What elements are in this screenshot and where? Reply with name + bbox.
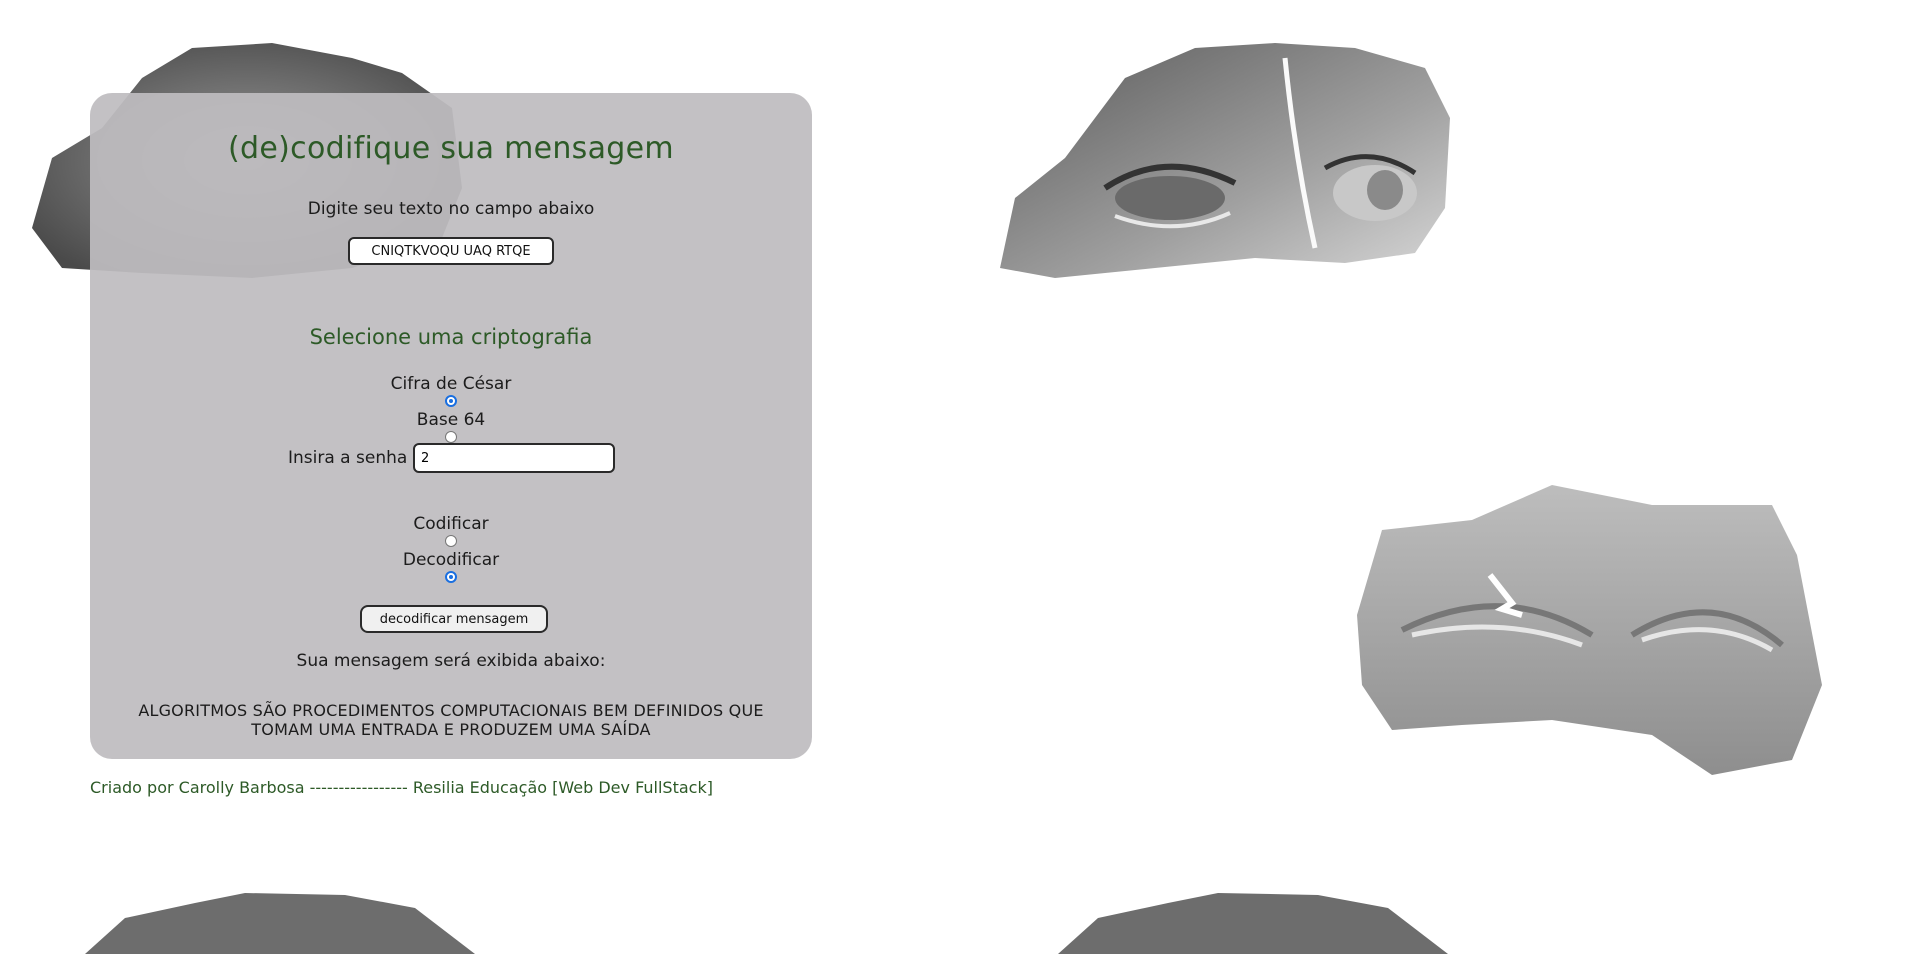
cipher-option-label-caesar: Cifra de César xyxy=(390,374,512,394)
cipher-base64-radio[interactable] xyxy=(445,431,457,443)
mode-decode-radio[interactable] xyxy=(445,571,457,583)
page-title: (de)codifique sua mensagem xyxy=(228,131,674,166)
mode-option-label-decode: Decodificar xyxy=(402,550,500,570)
sculpture-eyes-image xyxy=(85,893,485,954)
password-input[interactable] xyxy=(413,443,615,473)
sculpture-eyes-image xyxy=(995,38,1455,283)
message-input[interactable] xyxy=(348,237,554,265)
mode-encode-radio[interactable] xyxy=(445,535,457,547)
sculpture-closed-eyes-image xyxy=(1352,485,1824,777)
cipher-heading: Selecione uma criptografia xyxy=(309,325,593,349)
result-output: ALGORITMOS SÃO PROCEDIMENTOS COMPUTACION… xyxy=(138,701,764,739)
password-row: Insira a senha xyxy=(90,443,812,473)
cipher-caesar-radio[interactable] xyxy=(445,395,457,407)
cipher-option-label-base64: Base 64 xyxy=(416,410,486,430)
footer-credit: Criado por Carolly Barbosa -------------… xyxy=(90,778,713,797)
result-label: Sua mensagem será exibida abaixo: xyxy=(296,651,606,671)
mode-option-label-encode: Codificar xyxy=(413,514,489,534)
password-label: Insira a senha xyxy=(288,448,408,468)
sculpture-eyes-image xyxy=(1058,893,1458,954)
page: (de)codifique sua mensagem Digite seu te… xyxy=(0,0,1906,954)
submit-button[interactable]: decodificar mensagem xyxy=(360,605,548,633)
message-instruction: Digite seu texto no campo abaixo xyxy=(307,199,595,219)
cipher-card: (de)codifique sua mensagem Digite seu te… xyxy=(90,93,812,759)
